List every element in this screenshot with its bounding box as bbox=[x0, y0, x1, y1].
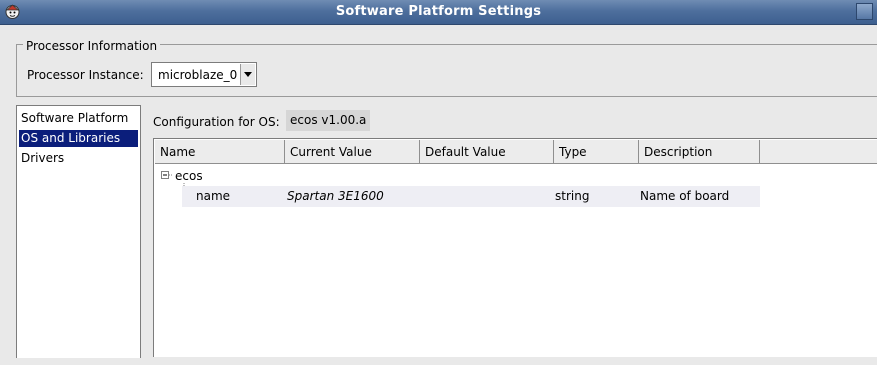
column-header-description[interactable]: Description bbox=[639, 140, 760, 164]
column-header-current-value[interactable]: Current Value bbox=[285, 140, 420, 164]
config-tree-table[interactable]: Name Current Value Default Value Type De… bbox=[153, 138, 877, 365]
config-label: Configuration for OS: bbox=[153, 115, 280, 129]
close-button[interactable] bbox=[856, 3, 873, 20]
header-filler bbox=[760, 140, 877, 164]
column-header-default-value[interactable]: Default Value bbox=[420, 140, 554, 164]
cell-current-value[interactable]: Spartan 3E1600 bbox=[287, 189, 384, 203]
dropdown-button[interactable] bbox=[240, 64, 255, 85]
processor-instance-select[interactable]: microblaze_0 bbox=[151, 62, 257, 87]
processor-info-legend: Processor Information bbox=[23, 39, 161, 53]
category-list[interactable]: Software Platform OS and Libraries Drive… bbox=[16, 105, 141, 365]
list-bottom-edge bbox=[16, 358, 141, 365]
tree-node-ecos[interactable]: ecos bbox=[175, 169, 203, 183]
title-bar: Software Platform Settings bbox=[0, 0, 877, 25]
column-header-type[interactable]: Type bbox=[554, 140, 639, 164]
list-item-os-and-libraries[interactable]: OS and Libraries bbox=[19, 130, 138, 147]
cell-description: Name of board bbox=[640, 189, 730, 203]
chevron-down-icon bbox=[244, 72, 252, 77]
column-header-name[interactable]: Name bbox=[155, 140, 285, 164]
table-bottom-edge bbox=[153, 357, 877, 365]
cell-name: name bbox=[196, 189, 231, 203]
list-item-software-platform[interactable]: Software Platform bbox=[19, 110, 130, 127]
processor-instance-label: Processor Instance: bbox=[27, 68, 144, 82]
processor-instance-value: microblaze_0 bbox=[158, 68, 238, 82]
config-value: ecos v1.00.a bbox=[286, 110, 371, 131]
cell-type: string bbox=[555, 189, 590, 203]
list-item-drivers[interactable]: Drivers bbox=[19, 150, 66, 167]
window-title: Software Platform Settings bbox=[335, 4, 542, 19]
